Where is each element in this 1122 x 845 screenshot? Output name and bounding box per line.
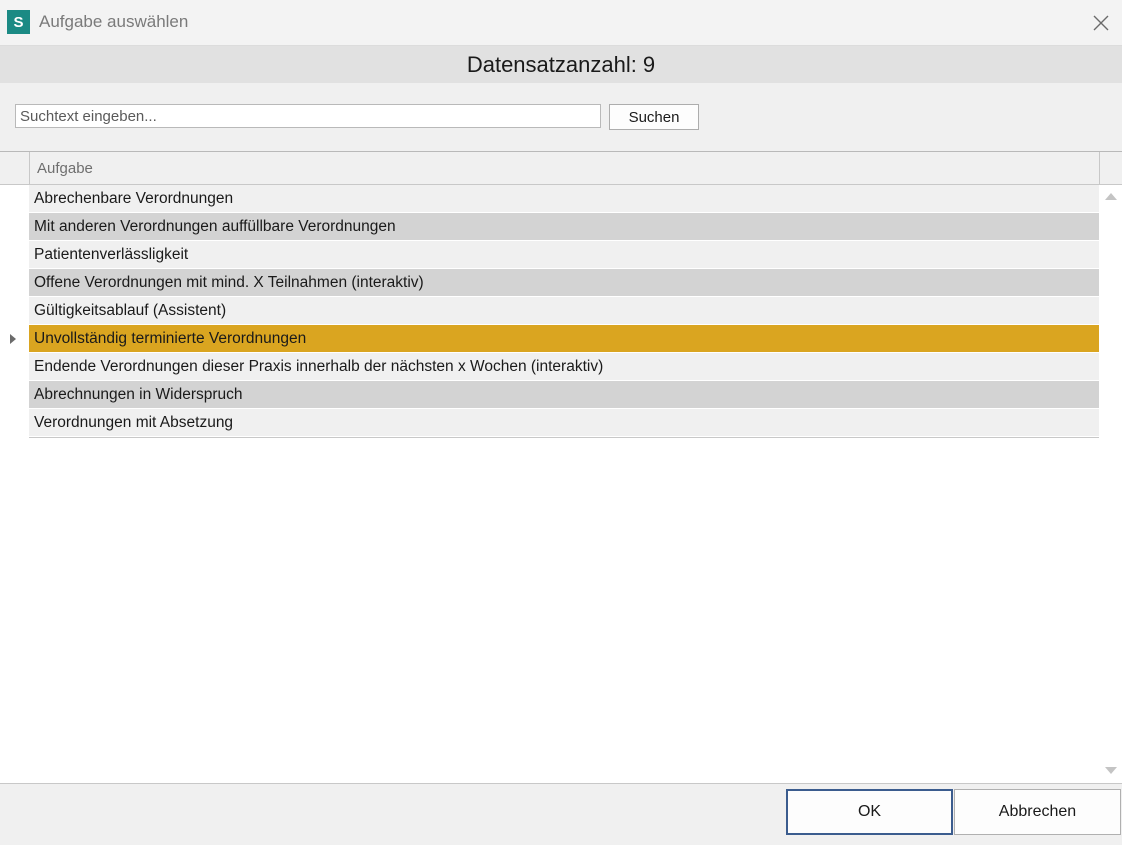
row-indicator-header <box>0 152 30 184</box>
table-row[interactable]: Patientenverlässligkeit <box>29 241 1099 269</box>
window-title: Aufgabe auswählen <box>39 12 189 31</box>
search-input[interactable] <box>15 104 601 128</box>
task-list: Abrechenbare Verordnungen Mit anderen Ver… <box>29 185 1099 438</box>
table-row[interactable]: Mit anderen Verordnungen auffüllbare Ver… <box>29 213 1099 241</box>
title-bar: S Aufgabe auswählen <box>0 0 1122 46</box>
column-header-aufgabe[interactable]: Aufgabe <box>37 160 93 177</box>
dialog-footer: OK Abbrechen <box>0 783 1122 845</box>
app-logo-icon: S <box>7 10 30 34</box>
table-row[interactable]: Offene Verordnungen mit mind. X Teilnahm… <box>29 269 1099 297</box>
table-row[interactable]: Abrechenbare Verordnungen <box>29 185 1099 213</box>
scroll-down-arrow-icon[interactable] <box>1105 767 1117 774</box>
grid-rows-end-divider <box>29 437 1099 438</box>
table-row[interactable]: Gültigkeitsablauf (Assistent) <box>29 297 1099 325</box>
record-count-header: Datensatzanzahl: 9 <box>0 46 1122 83</box>
ok-button[interactable]: OK <box>786 789 953 835</box>
column-divider <box>1099 152 1100 184</box>
search-button[interactable]: Suchen <box>609 104 699 130</box>
vertical-scrollbar[interactable] <box>1100 185 1122 784</box>
close-button[interactable] <box>1088 10 1114 36</box>
table-row[interactable]: Abrechnungen in Widerspruch <box>29 381 1099 409</box>
close-icon <box>1093 15 1109 31</box>
table-row[interactable]: Endende Verordnungen dieser Praxis inner… <box>29 353 1099 381</box>
task-select-dialog: S Aufgabe auswählen Datensatzanzahl: 9 S… <box>0 0 1122 845</box>
grid-header: Aufgabe <box>0 152 1122 185</box>
scroll-up-arrow-icon[interactable] <box>1105 193 1117 200</box>
cancel-button[interactable]: Abbrechen <box>954 789 1121 835</box>
table-row[interactable]: Unvollständig terminierte Verordnungen <box>29 325 1099 353</box>
row-pointer-icon <box>10 334 16 344</box>
task-grid: Aufgabe Abrechenbare Verordnungen Mit and… <box>0 151 1122 784</box>
table-row[interactable]: Verordnungen mit Absetzung <box>29 409 1099 437</box>
